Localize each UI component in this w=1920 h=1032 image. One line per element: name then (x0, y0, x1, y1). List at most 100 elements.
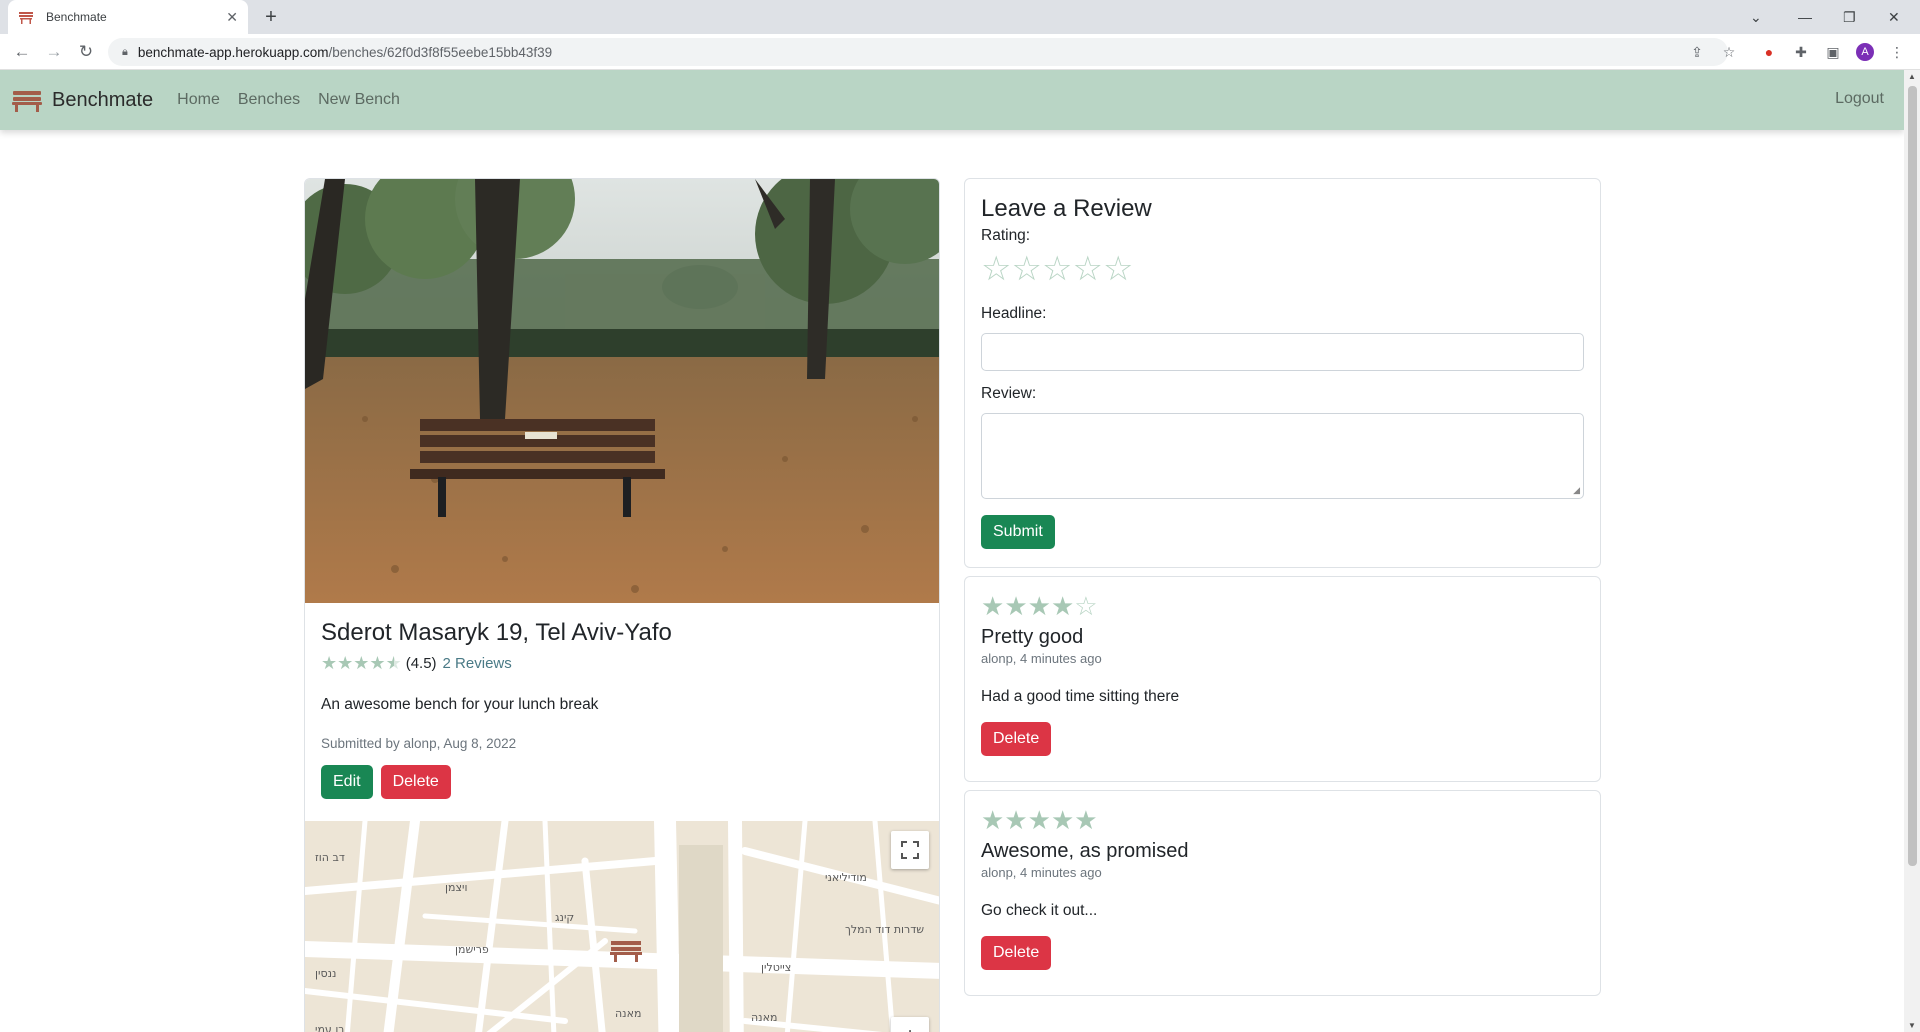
fullscreen-icon (901, 841, 919, 859)
extensions-puzzle-icon[interactable]: ✚ (1792, 43, 1810, 61)
restore-icon[interactable]: ❐ (1843, 0, 1856, 34)
side-panel-icon[interactable]: ▣ (1824, 43, 1842, 61)
map-fullscreen-button[interactable] (891, 831, 929, 869)
menu-kebab-icon[interactable]: ⋮ (1888, 43, 1906, 61)
nav-new-bench-link[interactable]: New Bench (318, 91, 400, 109)
bench-photo (305, 179, 939, 603)
bench-rating-stars: ★★★★★ (321, 653, 402, 674)
map-street-label: מודיליאני (825, 871, 867, 884)
tab-search-icon[interactable]: ⌄ (1750, 0, 1762, 34)
star-icon: ★ (321, 653, 338, 673)
half-star-icon: ★ (385, 653, 402, 673)
logout-link[interactable]: Logout (1835, 90, 1884, 108)
review-body: Had a good time sitting there (981, 688, 1180, 705)
bench-favicon-icon (19, 12, 33, 24)
review-form-heading: Leave a Review (981, 195, 1152, 222)
review-card: ★★★★★ Awesome, as promised alonp, 4 minu… (964, 790, 1601, 996)
scrollbar-thumb[interactable] (1908, 86, 1917, 866)
map-street-label: דב הוז (315, 851, 345, 864)
bench-submitted-by: Submitted by alonp, Aug 8, 2022 (321, 736, 517, 751)
star-icon: ★ (1027, 591, 1051, 621)
map-street-label: מאנה (751, 1011, 777, 1024)
review-textarea[interactable]: ◢ (981, 413, 1584, 499)
map-street-label: מאנה (615, 1007, 641, 1020)
bench-actions: Edit Delete (321, 765, 925, 799)
star-icon: ★ (337, 653, 354, 673)
brand-link[interactable]: Benchmate (12, 88, 153, 112)
resize-grip-icon[interactable]: ◢ (1573, 485, 1580, 496)
map-street-label: קינג (555, 911, 574, 924)
rating-value: (4.5) (405, 655, 437, 672)
page-scrollbar[interactable]: ▲ ▼ (1904, 70, 1920, 1032)
delete-review-button[interactable]: Delete (981, 722, 1052, 756)
star-outline-icon[interactable]: ☆ (1072, 252, 1102, 286)
delete-review-button[interactable]: Delete (981, 936, 1052, 970)
review-byline: alonp, 4 minutes ago (981, 651, 1102, 666)
review-headline: Awesome, as promised (981, 840, 1189, 862)
map-street-label: צייטלין (761, 961, 791, 974)
extension-icon[interactable]: ● (1760, 43, 1778, 61)
star-icon: ★ (1004, 591, 1028, 621)
bench-info: Sderot Masaryk 19, Tel Aviv-Yafo ★★★★★ (… (321, 619, 925, 799)
bench-map[interactable]: פרישמן שדרות דוד המלך צייטלין מודיליאני … (305, 821, 939, 1032)
reload-icon[interactable]: ↻ (76, 42, 96, 62)
star-outline-icon[interactable]: ☆ (1042, 252, 1072, 286)
submit-review-button[interactable]: Submit (981, 515, 1055, 549)
back-icon[interactable]: ← (12, 42, 32, 62)
map-street-label: ננסין (315, 967, 336, 980)
star-icon: ★ (1004, 805, 1028, 835)
edit-bench-button[interactable]: Edit (321, 765, 373, 799)
rating-star-input[interactable]: ☆ ☆ ☆ ☆ ☆ (981, 252, 1584, 286)
star-icon: ★ (1027, 805, 1051, 835)
browser-toolbar: ← → ↻ 🔒︎ benchmate-app.herokuapp.com/ben… (0, 34, 1920, 70)
address-bar[interactable]: 🔒︎ benchmate-app.herokuapp.com/benches/6… (108, 38, 1728, 66)
bench-rating: ★★★★★ (4.5) 2 Reviews (321, 653, 925, 674)
map-street-label: בן עמי (315, 1023, 345, 1032)
star-outline-icon[interactable]: ☆ (1103, 252, 1133, 286)
headline-input[interactable] (981, 333, 1584, 371)
bench-card: Sderot Masaryk 19, Tel Aviv-Yafo ★★★★★ (… (304, 178, 940, 1032)
browser-tab-bar: Benchmate ✕ + ⌄ — ❐ ✕ (0, 0, 1920, 34)
close-window-icon[interactable]: ✕ (1888, 0, 1900, 34)
minimize-icon[interactable]: — (1798, 0, 1812, 34)
map-street-label: פרישמן (455, 943, 489, 956)
review-card: ★★★★☆ Pretty good alonp, 4 minutes ago H… (964, 576, 1601, 782)
review-headline: Pretty good (981, 626, 1084, 648)
scroll-down-icon[interactable]: ▼ (1908, 1021, 1916, 1030)
review-rating-stars: ★★★★★ (981, 807, 1584, 834)
star-icon: ★ (369, 653, 386, 673)
star-outline-icon: ☆ (1074, 591, 1098, 621)
bench-logo-icon (12, 91, 42, 112)
bookmark-star-icon[interactable]: ☆ (1720, 43, 1738, 61)
star-icon: ★ (1074, 805, 1098, 835)
review-label: Review: (981, 385, 1037, 402)
url-host: benchmate-app.herokuapp.com (137, 44, 329, 60)
star-icon: ★ (1050, 591, 1075, 621)
star-outline-icon[interactable]: ☆ (981, 252, 1011, 286)
page: Benchmate Home Benches New Bench Logout (0, 70, 1904, 1032)
star-outline-icon[interactable]: ☆ (1011, 252, 1041, 286)
close-tab-icon[interactable]: ✕ (226, 9, 238, 26)
scroll-up-icon[interactable]: ▲ (1908, 72, 1916, 81)
reviews-count-link[interactable]: 2 Reviews (443, 655, 512, 672)
url-path: /benches/62f0d3f8f55eebe15bb43f39 (328, 44, 553, 60)
review-form-card: Leave a Review Rating: ☆ ☆ ☆ ☆ ☆ Headline: R… (964, 178, 1601, 568)
browser-tab[interactable]: Benchmate ✕ (8, 0, 248, 34)
lock-icon: 🔒︎ (122, 45, 128, 58)
map-street-label: שדרות דוד המלך (845, 923, 924, 936)
new-tab-button[interactable]: + (260, 6, 282, 29)
rating-label: Rating: (981, 227, 1031, 244)
forward-icon[interactable]: → (44, 42, 64, 62)
review-rating-stars: ★★★★☆ (981, 593, 1584, 620)
review-body: Go check it out... (981, 902, 1098, 919)
star-icon: ★ (981, 805, 1005, 835)
nav-home-link[interactable]: Home (177, 91, 220, 109)
profile-avatar[interactable]: A (1856, 43, 1874, 61)
map-zoom-in-button[interactable]: + (891, 1017, 929, 1032)
map-street-label: ויצמן (445, 881, 467, 894)
nav-benches-link[interactable]: Benches (238, 91, 300, 109)
share-icon[interactable]: ⇪ (1688, 43, 1706, 61)
delete-bench-button[interactable]: Delete (380, 765, 451, 799)
headline-label: Headline: (981, 305, 1047, 322)
review-byline: alonp, 4 minutes ago (981, 865, 1102, 880)
